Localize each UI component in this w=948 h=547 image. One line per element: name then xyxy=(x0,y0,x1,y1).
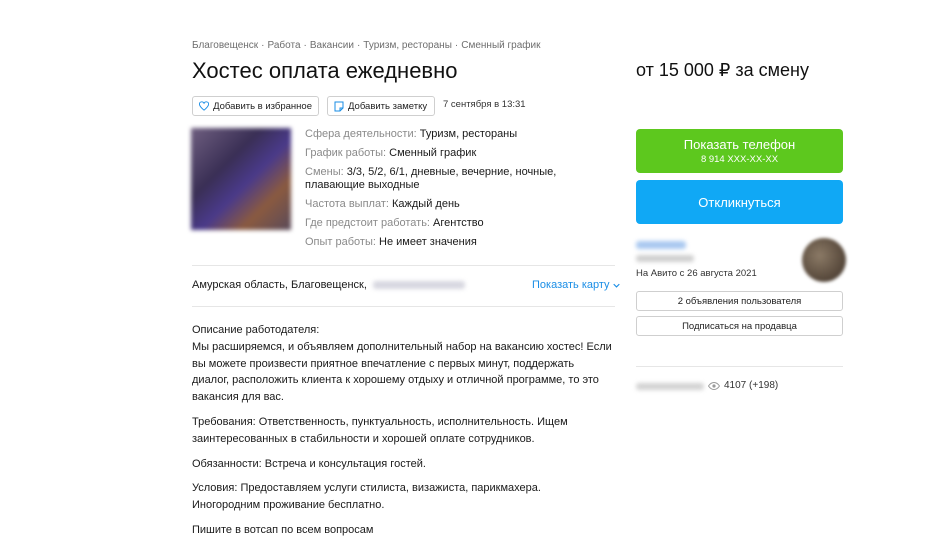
breadcrumb-item[interactable]: Сменный график xyxy=(461,40,540,51)
show-map-link[interactable]: Показать карту xyxy=(532,279,620,291)
note-icon xyxy=(334,101,344,111)
seller-since: На Авито с 26 августа 2021 xyxy=(636,268,757,279)
address-text: Амурская область, Благовещенск, xyxy=(192,279,367,291)
divider xyxy=(192,306,615,307)
seller-type-redacted xyxy=(636,255,694,262)
respond-label: Откликнуться xyxy=(698,194,781,210)
description: Описание работодателя: Мы расширяемся, и… xyxy=(192,322,612,547)
views-count: 4107 (+198) xyxy=(724,380,779,391)
listing-id-redacted xyxy=(636,383,704,390)
eye-icon xyxy=(708,381,720,390)
divider xyxy=(636,366,843,367)
add-note-label: Добавить заметку xyxy=(348,100,428,112)
show-phone-label: Показать телефон xyxy=(683,137,796,152)
description-paragraph: Обязанности: Встреча и консультация гост… xyxy=(192,457,426,470)
street-redacted xyxy=(372,281,465,290)
add-to-favorites-button[interactable]: Добавить в избранное xyxy=(192,96,319,116)
add-to-favorites-label: Добавить в избранное xyxy=(213,100,312,112)
show-phone-button[interactable]: Показать телефон 8 914 XXX-XX-XX xyxy=(636,129,843,173)
page-title: Хостес оплата ежедневно xyxy=(192,58,458,83)
views-counter: 4107 (+198) xyxy=(708,380,778,391)
divider xyxy=(192,265,615,266)
show-map-label: Показать карту xyxy=(532,279,610,291)
heart-icon xyxy=(199,101,210,111)
address: Амурская область, Благовещенск, xyxy=(192,279,465,291)
param-row: Где предстоит работать: Агентство xyxy=(305,217,484,229)
param-row: Частота выплат: Каждый день xyxy=(305,198,460,210)
param-row: Смены: 3/3, 5/2, 6/1, дневные, вечерние,… xyxy=(305,166,557,191)
description-paragraph: Требования: Ответственность, пунктуально… xyxy=(192,415,568,445)
breadcrumb-item[interactable]: Благовещенск xyxy=(192,40,258,51)
breadcrumb-item[interactable]: Работа xyxy=(268,40,301,51)
breadcrumb-item[interactable]: Туризм, рестораны xyxy=(363,40,452,51)
publish-date: 7 сентября в 13:31 xyxy=(443,99,526,110)
description-paragraph: Пишите в вотсап по всем вопросам xyxy=(192,523,374,536)
price: от 15 000 ₽ за смену xyxy=(636,60,809,80)
param-row: Сфера деятельности: Туризм, рестораны xyxy=(305,128,518,140)
breadcrumb-item[interactable]: Вакансии xyxy=(310,40,354,51)
seller-name-redacted[interactable] xyxy=(636,241,686,249)
subscribe-seller-button[interactable]: Подписаться на продавца xyxy=(636,316,843,336)
seller-ads-button[interactable]: 2 объявления пользователя xyxy=(636,291,843,311)
masked-phone: 8 914 XXX-XX-XX xyxy=(700,154,779,165)
description-paragraph: Условия: Предоставляем услуги стилиста, … xyxy=(192,482,541,512)
respond-button[interactable]: Откликнуться xyxy=(636,180,843,224)
param-row: Опыт работы: Не имеет значения xyxy=(305,236,477,248)
job-parameters: Сфера деятельности: Туризм, рестораны Гр… xyxy=(305,128,615,255)
avatar[interactable] xyxy=(802,238,846,282)
add-note-button[interactable]: Добавить заметку xyxy=(327,96,435,116)
seller-ads-label: 2 объявления пользователя xyxy=(677,295,802,307)
subscribe-seller-label: Подписаться на продавца xyxy=(682,320,797,332)
chevron-down-icon xyxy=(612,283,620,288)
listing-photo[interactable] xyxy=(191,128,291,230)
description-paragraph: Описание работодателя: Мы расширяемся, и… xyxy=(192,324,612,404)
param-row: График работы: Сменный график xyxy=(305,147,477,159)
breadcrumb: Благовещенск · Работа · Вакансии · Туризм, рес… xyxy=(192,40,541,51)
